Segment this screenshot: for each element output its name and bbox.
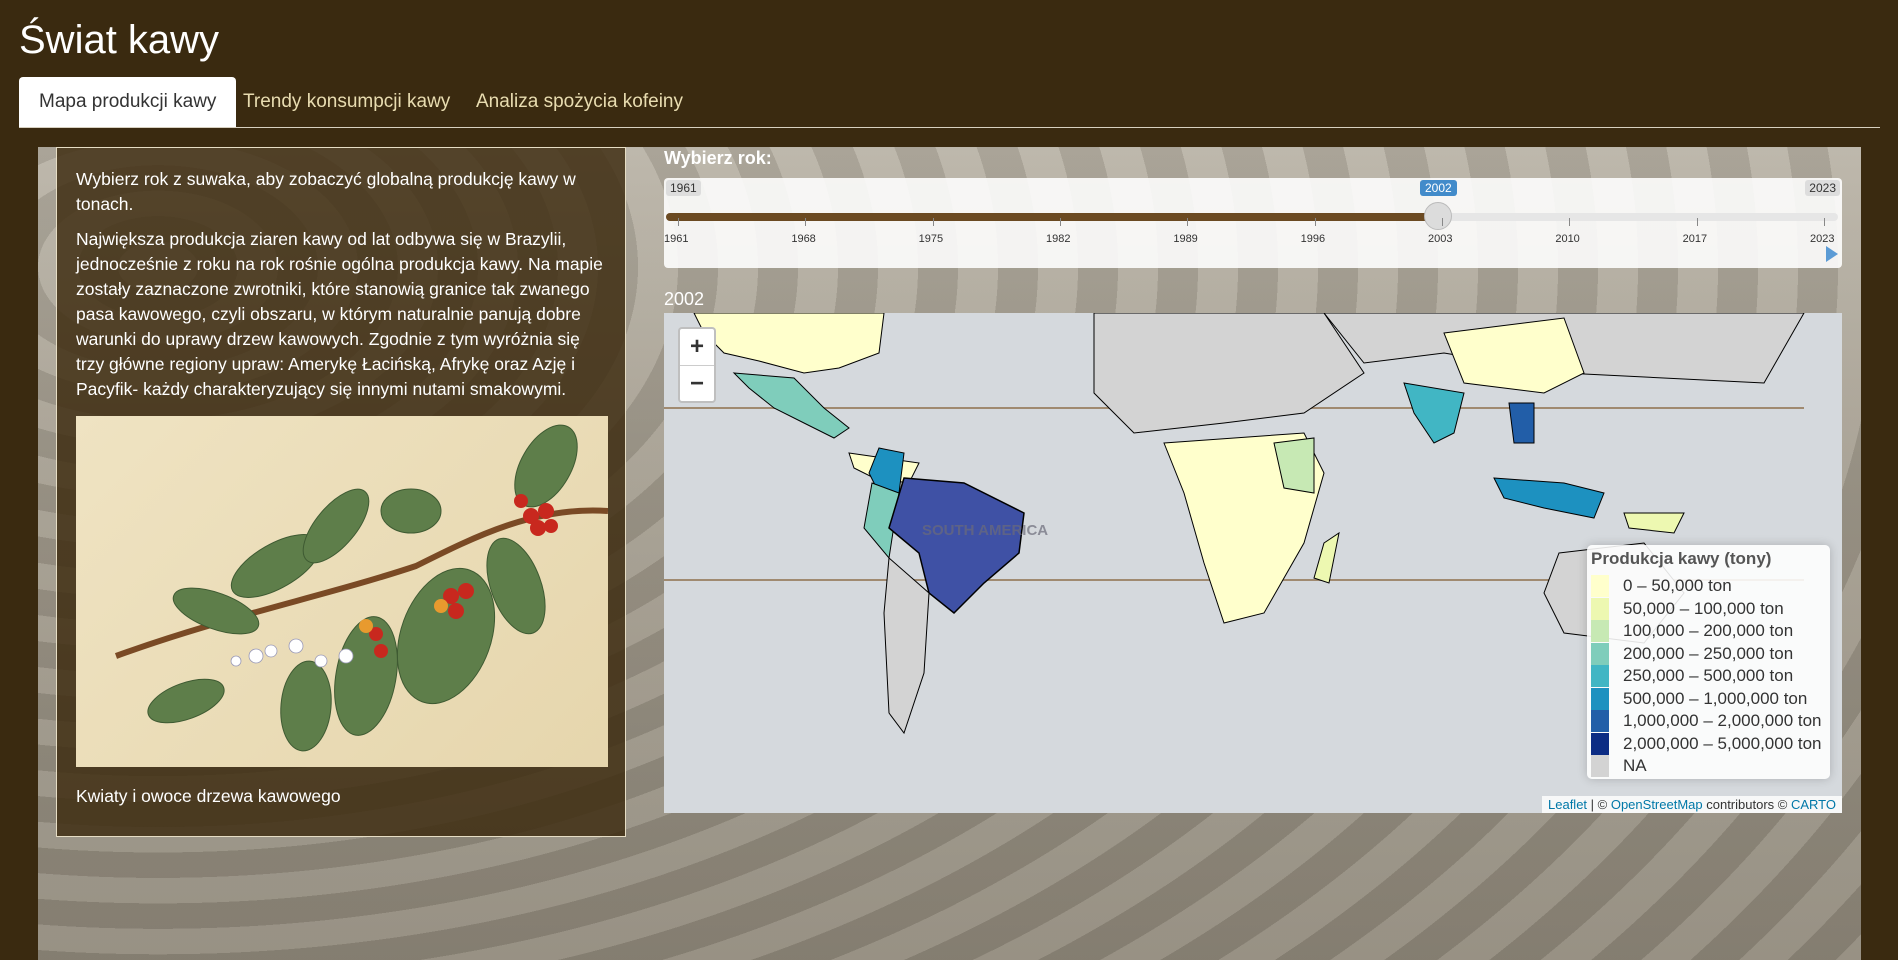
slider-tick [932,218,934,226]
slider-current-value: 2002 [1420,180,1457,196]
slider-tick [1696,218,1698,226]
openstreetmap-link[interactable]: OpenStreetMap [1611,797,1703,812]
slider-tick-label: 1961 [664,233,689,245]
legend-swatch [1591,597,1609,620]
slider-tick [805,218,807,226]
legend-label: NA [1623,756,1647,775]
legend-swatch [1591,665,1609,687]
tab-production-map[interactable]: Mapa produkcji kawy [19,77,237,127]
zoom-out-button[interactable]: − [680,366,714,402]
app-title: Świat kawy [19,18,220,62]
attribution-contributors: contributors © [1702,797,1791,812]
image-caption: Kwiaty i owoce drzewa kawowego [76,786,341,806]
slider-min-label: 1961 [666,180,701,196]
legend-title: Produkcja kawy (tony) [1591,549,1772,568]
north-africa-europe-shape [1093,313,1365,434]
vietnam-shape [1508,402,1535,444]
legend-item: 100,000 – 200,000 ton [1591,620,1793,642]
slider-tick-label: 1968 [791,233,816,245]
legend-swatch [1591,687,1609,710]
slider-tick-label: 2003 [1428,233,1453,245]
legend-swatch [1591,575,1609,597]
slider-max-label: 2023 [1805,180,1840,196]
papua-shape [1623,512,1685,534]
legend-label: 250,000 – 500,000 ton [1623,666,1794,685]
coffee-production-map[interactable]: SOUTH AMERICA + − Produkcja kawy (tony) … [664,313,1842,813]
zoom-control: + − [678,327,716,403]
southern-south-america-shape [883,556,930,735]
slider-handle[interactable] [1424,202,1452,230]
indonesia-shape [1493,477,1605,519]
legend-label: 200,000 – 250,000 ton [1623,643,1794,663]
slider-tick-label: 1982 [1046,233,1071,245]
slider-tick-label: 2023 [1810,233,1835,245]
slider-tick [678,218,679,226]
map-year-title: 2002 [664,289,705,309]
legend-swatch [1591,642,1609,665]
legend-label: 500,000 – 1,000,000 ton [1623,688,1808,708]
slider-tick [1824,218,1825,226]
legend-item: 250,000 – 500,000 ton [1591,665,1793,687]
year-slider[interactable]: 1961 2023 2002 1961 1968 1975 1982 1989 1996 2… [664,178,1842,268]
legend-swatch [1591,732,1609,755]
legend-label: 2,000,000 – 5,000,000 ton [1623,733,1822,753]
attribution-separator: | © [1587,797,1611,812]
sidebar-panel: Wybierz rok z suwaka, aby zobaczyć globa… [56,147,626,837]
description-text: Największa produkcja ziaren kawy od lat … [76,229,603,399]
tab-caffeine-analysis[interactable]: Analiza spożycia kofeiny [456,77,703,127]
north-america-shape [693,313,885,374]
slider-tick-label: 1989 [1173,233,1198,245]
legend-swatch [1591,710,1609,732]
map-attribution: Leaflet | © OpenStreetMap contributors ©… [1542,796,1842,813]
legend-item: 500,000 – 1,000,000 ton [1591,687,1808,710]
legend-label: 0 – 50,000 ton [1623,576,1732,595]
intro-text: Wybierz rok z suwaka, aby zobaczyć globa… [76,169,576,214]
slider-tick [1314,218,1316,226]
slider-tick [1569,218,1571,226]
slider-fill [666,213,1442,221]
legend-item: 200,000 – 250,000 ton [1591,642,1794,665]
slider-tick-label: 2010 [1555,233,1580,245]
legend-item: 2,000,000 – 5,000,000 ton [1591,732,1822,755]
tab-consumption-trends[interactable]: Trendy konsumpcji kawy [223,77,470,127]
zoom-in-button[interactable]: + [680,329,714,366]
legend-label: 100,000 – 200,000 ton [1623,621,1794,640]
legend-item: 0 – 50,000 ton [1591,575,1732,597]
legend-item: NA [1591,755,1647,777]
legend-item: 50,000 – 100,000 ton [1591,597,1784,620]
carto-link[interactable]: CARTO [1791,797,1836,812]
tab-bar: Mapa produkcji kawy Trendy konsumpcji ka… [19,77,1880,128]
madagascar-shape [1313,531,1340,584]
leaflet-link[interactable]: Leaflet [1548,797,1587,812]
legend-item: 1,000,000 – 2,000,000 ton [1591,710,1822,732]
year-slider-label: Wybierz rok: [664,148,772,168]
mexico-shape [732,372,850,439]
play-icon[interactable] [1826,246,1838,262]
slider-tick-label: 1996 [1300,233,1326,245]
legend-swatch [1591,755,1609,777]
legend-label: 50,000 – 100,000 ton [1623,598,1784,618]
slider-tick [1187,218,1189,226]
slider-tick [1060,218,1061,226]
legend-label: 1,000,000 – 2,000,000 ton [1623,711,1822,730]
south-america-map-label: SOUTH AMERICA [922,522,1048,539]
slider-tick [1442,218,1443,226]
india-shape [1403,382,1465,444]
slider-tick-label: 2017 [1682,233,1708,245]
map-legend: Produkcja kawy (tony) 0 – 50,000 ton 50,0… [1587,545,1830,779]
legend-swatch [1591,620,1609,642]
slider-tick-label: 1975 [918,233,944,245]
coffee-branch-image [76,416,608,767]
